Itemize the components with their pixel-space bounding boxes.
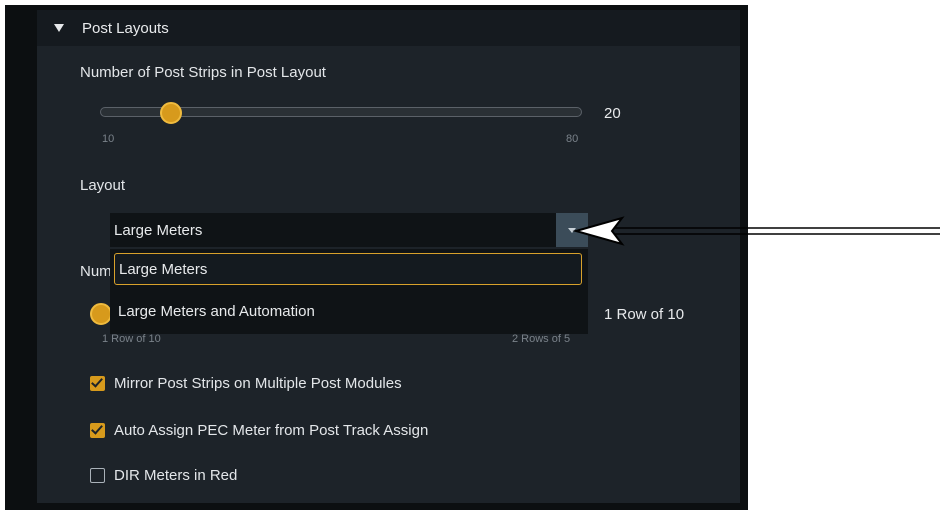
callout-arrow-icon xyxy=(572,216,940,246)
